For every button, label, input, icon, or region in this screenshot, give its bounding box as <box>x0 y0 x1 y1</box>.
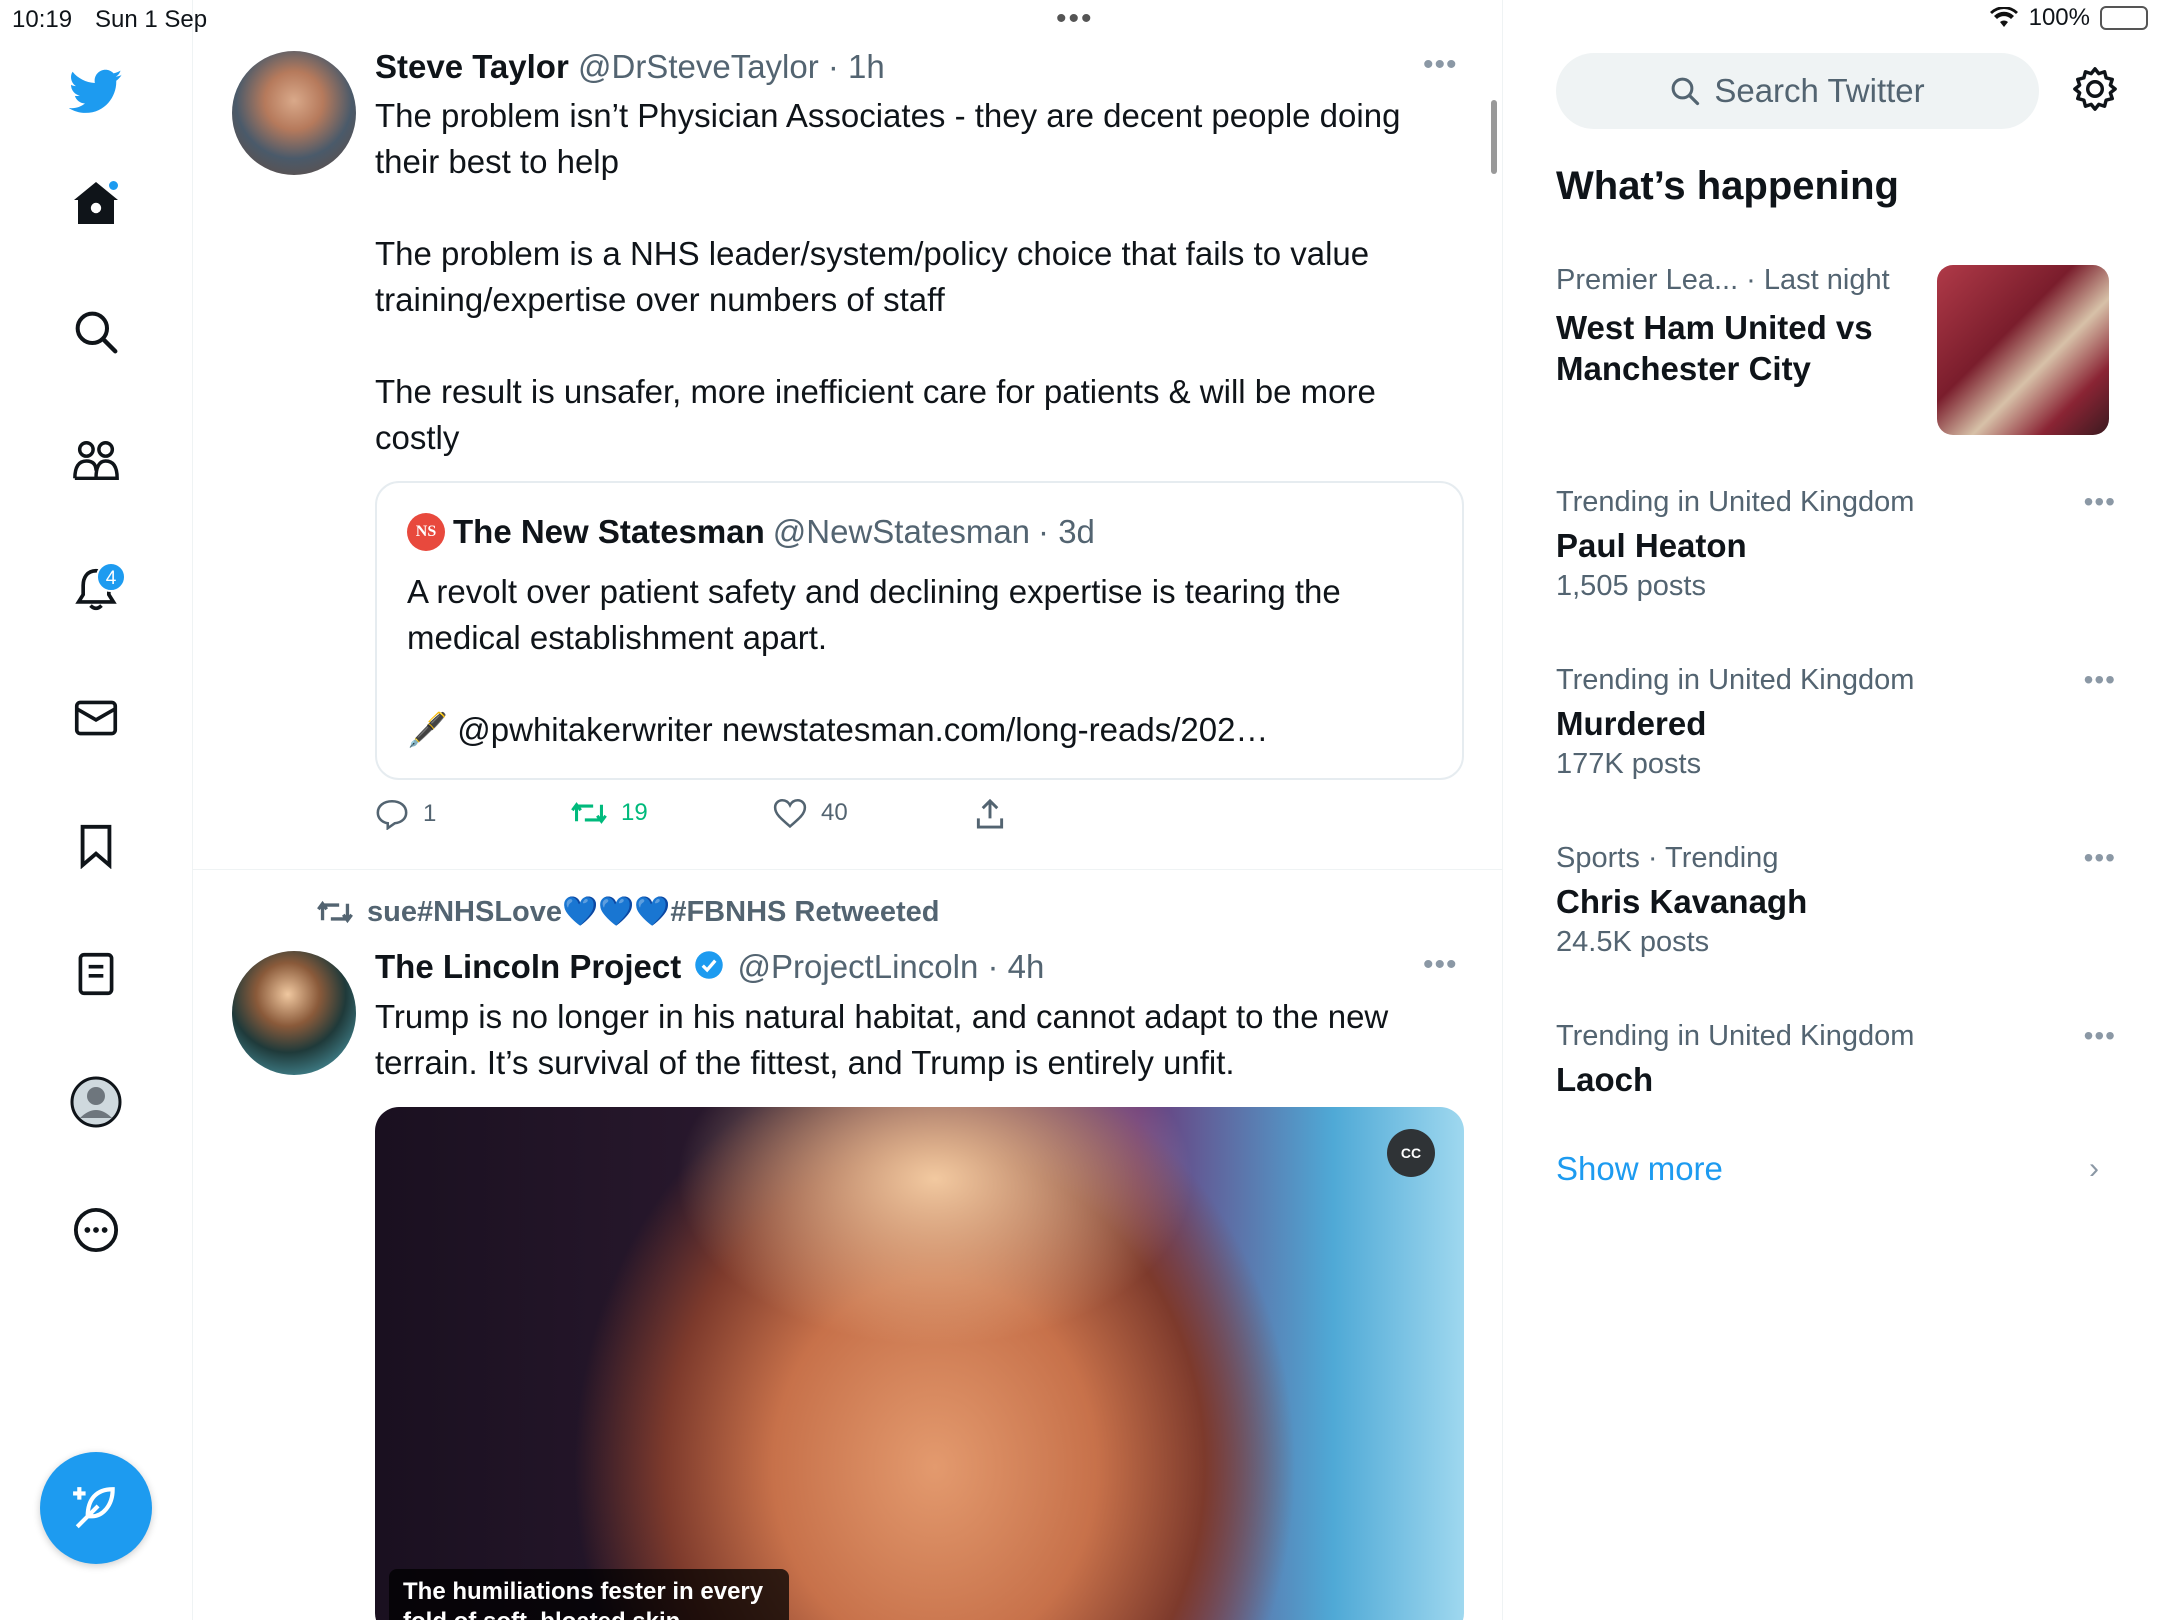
battery-icon <box>2100 6 2148 30</box>
search-input[interactable]: Search Twitter <box>1556 53 2039 129</box>
settings-gear-icon[interactable] <box>2072 66 2118 117</box>
like-button[interactable]: 40 <box>773 798 848 828</box>
trend-post-count: 24.5K posts <box>1556 926 1710 958</box>
trend-more-icon[interactable]: ••• <box>2084 1020 2116 1052</box>
tweet-text: Trump is no longer in his natural habita… <box>375 998 1389 1081</box>
explore-search-icon[interactable] <box>66 302 126 362</box>
retweet-icon <box>317 900 353 924</box>
twitter-logo-icon[interactable] <box>66 62 126 122</box>
trend-more-icon[interactable]: ••• <box>2084 842 2116 874</box>
search-icon <box>1671 77 1700 106</box>
search-placeholder: Search Twitter <box>1714 72 1925 109</box>
home-icon[interactable] <box>66 173 126 233</box>
tweet-text: The problem isn’t Physician Associates -… <box>375 97 1401 456</box>
compose-tweet-button[interactable] <box>40 1452 152 1564</box>
trend-title: Paul Heaton <box>1556 527 1747 564</box>
status-bar: 10:19 Sun 1 Sep ••• 100% <box>0 0 2160 40</box>
retweeted-by-text: sue#NHSLove💙💙💙#FBNHS Retweeted <box>367 896 940 928</box>
whats-happening-title: What’s happening <box>1556 164 1899 208</box>
tweet-more-icon[interactable]: ••• <box>1423 48 1458 82</box>
author-name[interactable]: Steve Taylor <box>375 48 569 85</box>
closed-captions-icon[interactable]: CC <box>1387 1129 1435 1177</box>
author-name[interactable]: The Lincoln Project <box>375 948 681 985</box>
date: Sun 1 Sep <box>95 6 208 33</box>
like-count: 40 <box>821 799 848 826</box>
retweet-icon <box>571 802 607 824</box>
tweet-header: The Lincoln Project @ProjectLincoln · 4h <box>375 948 1044 988</box>
tweet-more-icon[interactable]: ••• <box>1423 948 1458 982</box>
tweet-actions: 1 19 40 <box>375 798 1375 838</box>
new-statesman-logo: NS <box>407 513 445 551</box>
tweet-video[interactable]: CC The humiliations fester in every fold… <box>375 1107 1464 1620</box>
reply-icon <box>376 799 408 830</box>
avatar[interactable] <box>232 51 356 175</box>
messages-envelope-icon[interactable] <box>66 688 126 748</box>
trend-more-icon[interactable]: ••• <box>2084 486 2116 518</box>
lists-icon[interactable] <box>66 944 126 1004</box>
quoted-author-handle: @NewStatesman <box>772 513 1031 550</box>
author-handle[interactable]: @ProjectLincoln <box>738 948 979 985</box>
left-nav: 4 <box>0 0 193 1620</box>
trend-title: West Ham United vs Manchester City <box>1556 309 1873 387</box>
quoted-author-name: The New Statesman <box>453 513 765 550</box>
reply-count: 1 <box>423 800 437 827</box>
quoted-tweet[interactable]: NS The New Statesman @NewStatesman · 3d … <box>375 481 1464 780</box>
profile-avatar-icon[interactable] <box>66 1072 126 1132</box>
communities-icon[interactable] <box>66 431 126 491</box>
tweet-divider <box>193 869 1502 870</box>
trend-meta: Trending in United Kingdom <box>1556 664 1915 696</box>
trend-item[interactable]: Trending in United Kingdom Murdered 177K… <box>1556 664 2116 781</box>
quoted-tweet-text: A revolt over patient safety and declini… <box>407 573 1341 748</box>
trend-item[interactable]: Trending in United Kingdom Paul Heaton 1… <box>1556 486 2116 603</box>
share-icon <box>976 798 1004 829</box>
trend-image[interactable] <box>1937 265 2109 435</box>
author-handle[interactable]: @DrSteveTaylor <box>578 48 819 85</box>
trend-item[interactable]: Premier Lea... · Last night West Ham Uni… <box>1556 264 1936 389</box>
show-more-link[interactable]: Show more <box>1556 1150 1723 1188</box>
trend-meta: Trending in United Kingdom <box>1556 486 1915 518</box>
retweet-button[interactable]: 19 <box>571 798 648 828</box>
trend-meta: Premier Lea... · Last night <box>1556 264 1890 296</box>
clock: 10:19 <box>12 6 73 33</box>
retweet-count: 19 <box>621 799 648 826</box>
video-caption: The humiliations fester in every fold of… <box>389 1569 789 1620</box>
bookmarks-icon[interactable] <box>66 816 126 876</box>
trend-meta: Trending in United Kingdom <box>1556 1020 1915 1052</box>
quoted-tweet-header: NS The New Statesman @NewStatesman · 3d <box>407 513 1095 551</box>
notifications-badge: 4 <box>96 562 126 592</box>
retweeted-by-label[interactable]: sue#NHSLove💙💙💙#FBNHS Retweeted <box>317 895 939 929</box>
chevron-right-icon[interactable]: › <box>2089 1152 2099 1186</box>
tweet-time[interactable]: · 4h <box>988 948 1045 985</box>
home-timeline[interactable]: Steve Taylor @DrSteveTaylor · 1h ••• The… <box>193 0 1503 1620</box>
trend-post-count: 1,505 posts <box>1556 570 1706 602</box>
trend-meta: Sports · Trending <box>1556 842 1779 874</box>
trend-title: Murdered <box>1556 705 1707 742</box>
wifi-icon <box>1989 7 2019 29</box>
share-button[interactable] <box>975 798 1005 830</box>
tweet-time[interactable]: · 1h <box>828 48 885 85</box>
trend-item[interactable]: Trending in United Kingdom Laoch ••• <box>1556 1020 2116 1100</box>
right-sidebar: Search Twitter What’s happening Premier … <box>1504 0 2160 1620</box>
tweet-header: Steve Taylor @DrSteveTaylor · 1h <box>375 48 885 86</box>
avatar[interactable] <box>232 951 356 1075</box>
home-unread-dot <box>107 179 120 192</box>
trend-title: Laoch <box>1556 1061 1654 1098</box>
more-options-icon[interactable] <box>66 1200 126 1260</box>
heart-icon <box>773 798 807 828</box>
trend-more-icon[interactable]: ••• <box>2084 664 2116 696</box>
notifications-bell-icon[interactable]: 4 <box>66 560 126 620</box>
scrollbar-thumb[interactable] <box>1491 100 1497 174</box>
reply-button[interactable]: 1 <box>375 798 436 830</box>
quoted-tweet-time: · 3d <box>1038 513 1095 550</box>
trend-title: Chris Kavanagh <box>1556 883 1808 920</box>
verified-badge-icon <box>694 950 724 988</box>
trend-post-count: 177K posts <box>1556 748 1702 780</box>
battery-percent: 100% <box>2028 4 2090 31</box>
trend-item[interactable]: Sports · Trending Chris Kavanagh 24.5K p… <box>1556 842 2116 959</box>
feather-plus-icon <box>73 1487 115 1529</box>
multitasking-dots-icon[interactable]: ••• <box>1056 2 1094 36</box>
